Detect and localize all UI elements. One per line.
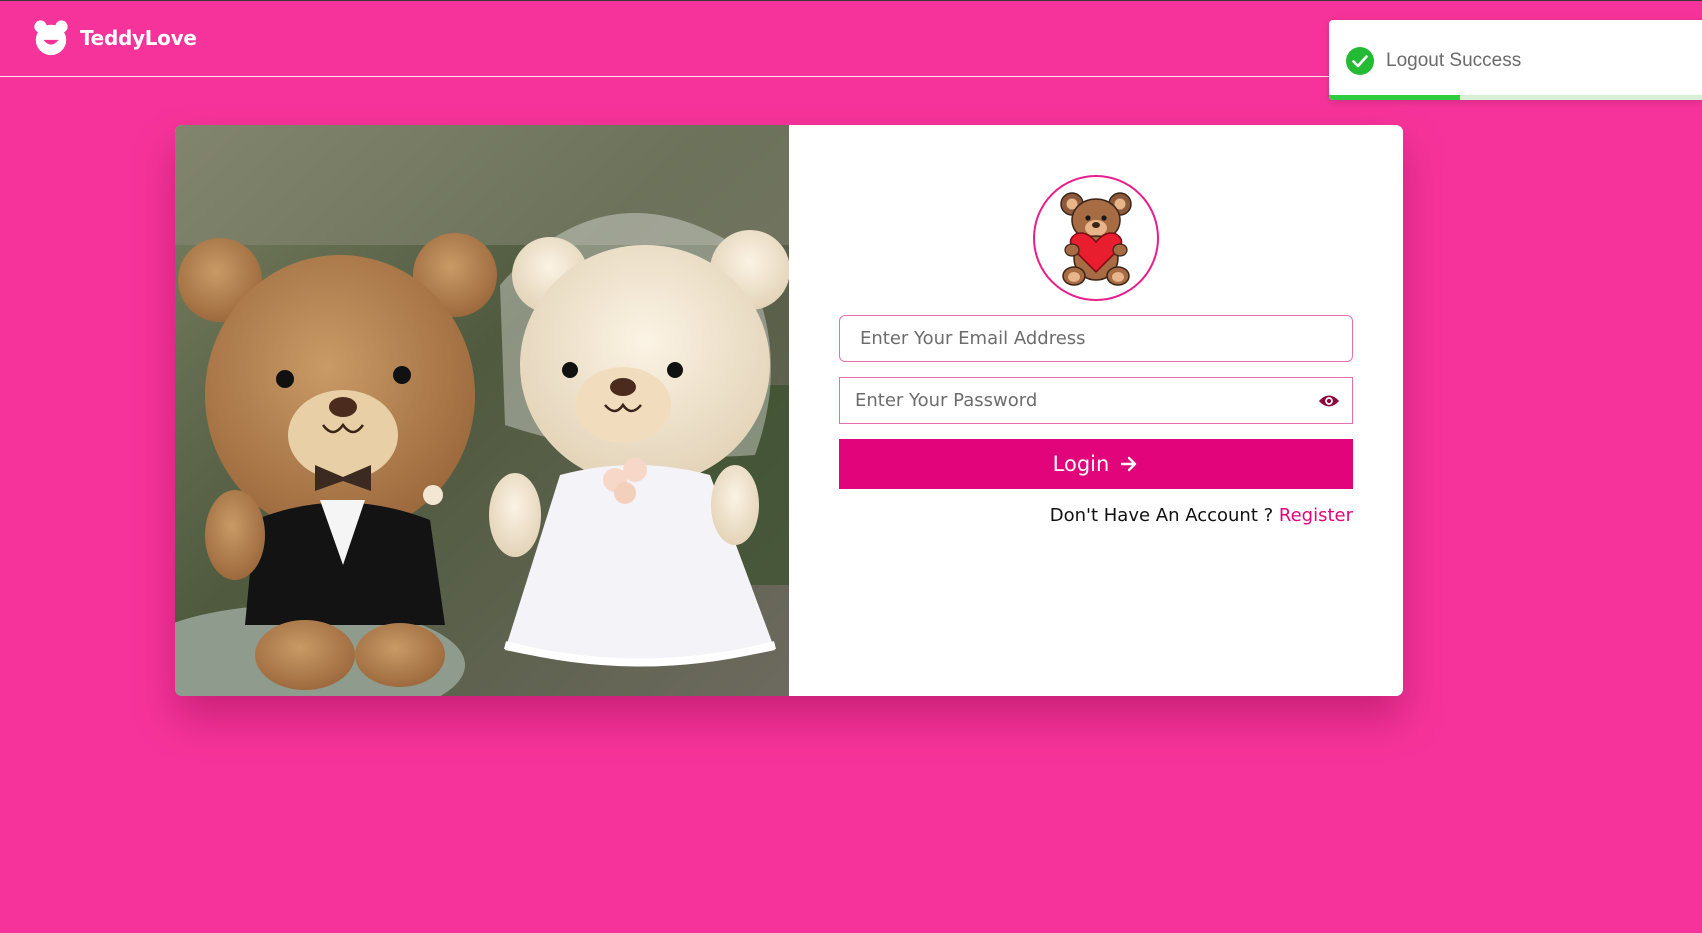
teddy-couple-photo: [175, 125, 789, 696]
no-account-text: Don't Have An Account ?: [1049, 505, 1279, 526]
email-input[interactable]: [840, 316, 1352, 361]
email-field[interactable]: [839, 315, 1353, 362]
toast-notification[interactable]: Logout Success: [1329, 20, 1702, 100]
toast-progress-bar: [1329, 95, 1460, 100]
register-link[interactable]: Register: [1279, 505, 1353, 526]
brand-name: TeddyLove: [80, 26, 197, 50]
eye-icon[interactable]: [1318, 391, 1340, 411]
teddy-bear-heart-icon: [1060, 192, 1132, 286]
arrow-right-icon: [1121, 456, 1137, 472]
login-button[interactable]: Login: [839, 439, 1353, 489]
toast-progress-track: [1329, 95, 1702, 100]
toast-message: Logout Success: [1386, 50, 1522, 71]
brand[interactable]: TeddyLove: [32, 19, 197, 57]
login-form: Login Don't Have An Account ? Register: [789, 125, 1403, 696]
register-prompt: Don't Have An Account ? Register: [1050, 505, 1353, 526]
login-card: Login Don't Have An Account ? Register: [175, 125, 1403, 696]
check-circle-icon: [1346, 47, 1374, 75]
login-button-label: Login: [1052, 452, 1110, 476]
avatar: [1033, 175, 1159, 301]
bear-logo-icon: [34, 20, 68, 56]
password-input[interactable]: [840, 378, 1352, 423]
password-field[interactable]: [839, 377, 1353, 424]
